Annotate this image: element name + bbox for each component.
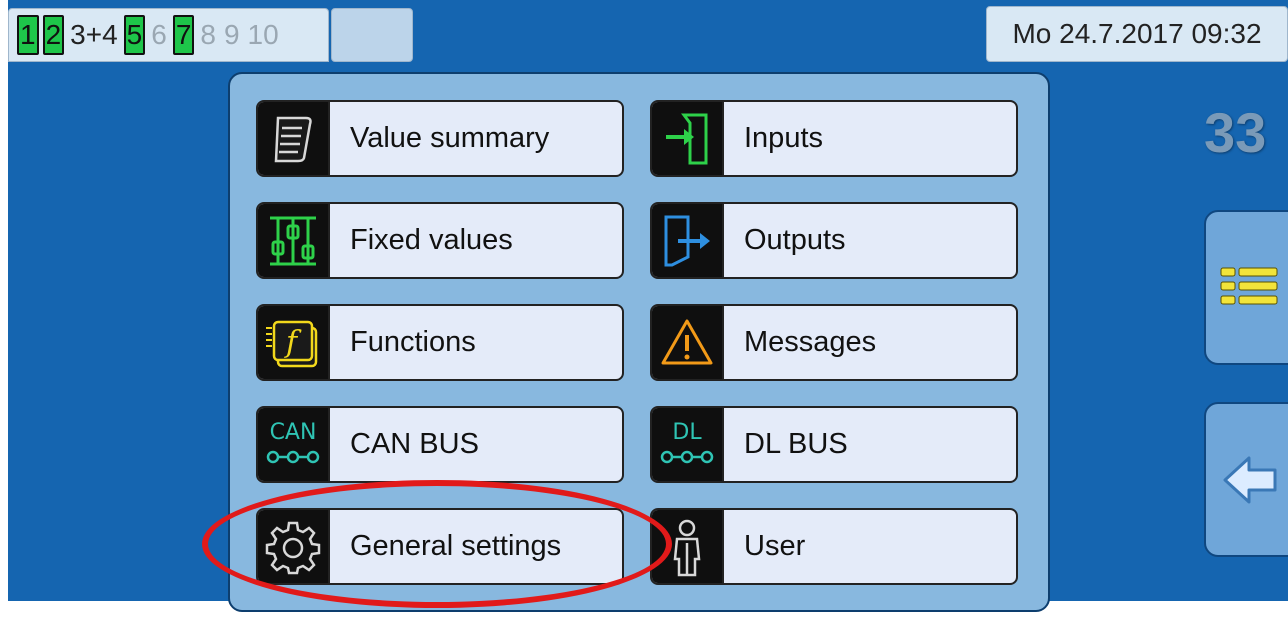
list-button[interactable] [1204,210,1288,365]
tab-7[interactable]: 7 [172,15,195,55]
tab-empty[interactable] [331,8,413,62]
back-button[interactable] [1204,402,1288,557]
menu-outputs[interactable]: Outputs [650,202,1018,279]
menu-outputs-label: Outputs [744,224,846,256]
menu-user-label: User [744,530,806,562]
tab-8[interactable]: 8 [198,21,218,49]
warning-triangle-icon [652,306,724,379]
menu-can-bus[interactable]: CAN CAN BUS [256,406,624,483]
highlight-ellipse [202,480,672,608]
tab-2[interactable]: 2 [42,15,65,55]
menu-dl-bus-label: DL BUS [744,428,848,460]
menu-functions-label: Functions [350,326,476,358]
sliders-icon [258,204,330,277]
menu-fixed-values[interactable]: Fixed values [256,202,624,279]
menu-inputs-label: Inputs [744,122,823,154]
dl-text: DL [672,420,702,445]
menu-value-summary[interactable]: Value summary [256,100,624,177]
output-arrow-icon [652,204,724,277]
counter-display: 33 [1204,101,1267,164]
page-tabs: 1 2 3+4 5 6 7 8 9 10 [8,8,329,62]
menu-can-bus-label: CAN BUS [350,428,479,460]
document-list-icon [258,102,330,175]
datetime-display: Mo 24.7.2017 09:32 [986,6,1288,62]
menu-messages-label: Messages [744,326,877,358]
menu-value-summary-label: Value summary [350,122,550,154]
menu-functions[interactable]: f Functions [256,304,624,381]
tab-10[interactable]: 10 [246,21,281,49]
menu-dl-bus[interactable]: DL DL BUS [650,406,1018,483]
tab-3-4[interactable]: 3+4 [68,21,120,49]
list-icon [1220,267,1278,304]
tab-5[interactable]: 5 [123,15,146,55]
function-f-icon: f [258,306,330,379]
tab-6[interactable]: 6 [149,21,169,49]
menu-inputs[interactable]: Inputs [650,100,1018,177]
tab-1[interactable]: 1 [17,15,39,55]
menu-messages[interactable]: Messages [650,304,1018,381]
can-text: CAN [270,420,317,445]
menu-user[interactable]: User [650,508,1018,585]
dl-bus-icon: DL [652,408,724,481]
tab-9[interactable]: 9 [222,21,242,49]
can-bus-icon: CAN [258,408,330,481]
input-arrow-icon [652,102,724,175]
menu-fixed-values-label: Fixed values [350,224,513,256]
back-arrow-icon [1223,456,1277,503]
